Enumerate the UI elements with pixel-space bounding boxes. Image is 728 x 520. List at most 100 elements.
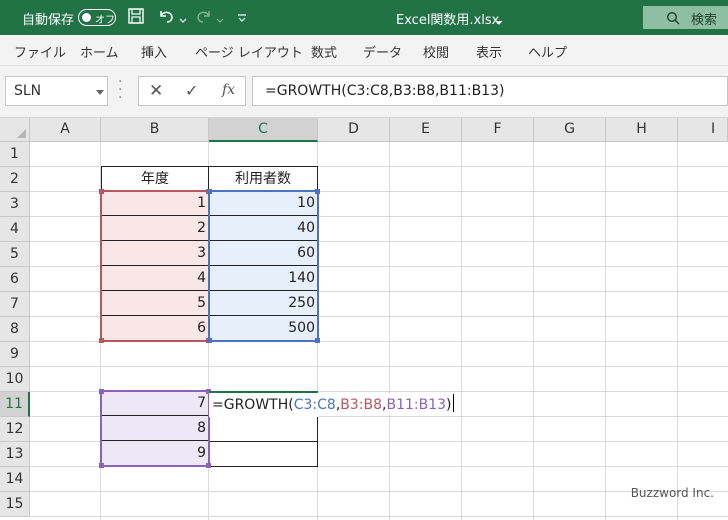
search-box[interactable]: 検索 — [643, 6, 728, 29]
gridline — [30, 366, 728, 367]
column-header-c[interactable]: C — [209, 118, 318, 142]
row-header-4[interactable]: 4 — [0, 217, 30, 242]
row-header-3[interactable]: 3 — [0, 192, 30, 217]
cell-b3[interactable]: 1 — [101, 191, 209, 216]
menu-data[interactable]: データ — [363, 42, 402, 61]
menu-file[interactable]: ファイル — [14, 42, 66, 61]
column-header-e[interactable]: E — [390, 118, 462, 142]
search-label: 検索 — [691, 13, 718, 28]
column-header-f[interactable]: F — [462, 118, 534, 142]
text-caret — [452, 394, 454, 412]
menu-view[interactable]: 表示 — [476, 42, 502, 61]
redo-dropdown-icon[interactable] — [216, 12, 224, 28]
select-all-corner[interactable] — [0, 118, 30, 142]
gridline — [389, 142, 390, 520]
formula-input[interactable]: =GROWTH(C3:C8,B3:B8,B11:B13) — [252, 76, 728, 106]
redo-icon[interactable] — [195, 7, 213, 29]
gridline — [461, 142, 462, 520]
row-header-6[interactable]: 6 — [0, 267, 30, 292]
row-header-1[interactable]: 1 — [0, 142, 30, 167]
cell-b8[interactable]: 6 — [101, 316, 209, 341]
row-header-13[interactable]: 13 — [0, 442, 30, 467]
cell-b11[interactable]: 7 — [101, 391, 209, 416]
more-options-icon[interactable]: · · · — [118, 75, 122, 105]
menu-bar: ファイル ホーム 挿入 ページ レイアウト 数式 データ 校閲 表示 ヘルプ — [0, 35, 728, 66]
enter-check-icon[interactable]: ✓ — [185, 81, 198, 100]
cell-b12[interactable]: 8 — [101, 416, 209, 441]
cancel-icon[interactable]: ✕ — [149, 81, 163, 101]
menu-home[interactable]: ホーム — [80, 42, 119, 61]
gridline — [533, 142, 534, 520]
gridline — [605, 142, 606, 520]
autosave-toggle[interactable]: オフ — [78, 9, 116, 26]
row-header-8[interactable]: 8 — [0, 317, 30, 342]
row-header-9[interactable]: 9 — [0, 342, 30, 367]
menu-page-layout[interactable]: ページ レイアウト — [195, 42, 303, 61]
row-header-10[interactable]: 10 — [0, 367, 30, 392]
filename-dropdown-icon[interactable] — [495, 14, 503, 30]
cell-c8[interactable]: 500 — [209, 316, 318, 341]
formula-ref-b3-b8: B3:B8 — [340, 397, 383, 413]
cell-b13[interactable]: 9 — [101, 441, 209, 466]
cell-c4[interactable]: 40 — [209, 216, 318, 241]
header-cell-users[interactable]: 利用者数 — [208, 166, 318, 192]
row-header-5[interactable]: 5 — [0, 242, 30, 267]
customize-toolbar-icon[interactable] — [237, 11, 247, 27]
formula-ref-c3-c8: C3:C8 — [293, 397, 336, 413]
cell-c6[interactable]: 140 — [209, 266, 318, 291]
row-header-7[interactable]: 7 — [0, 292, 30, 317]
row-header-11[interactable]: 11 — [0, 392, 30, 417]
column-header-g[interactable]: G — [534, 118, 606, 142]
cell-c12[interactable] — [208, 416, 318, 442]
search-icon — [666, 11, 680, 25]
autosave-label: 自動保存 — [22, 13, 75, 28]
cell-b7[interactable]: 5 — [101, 291, 209, 316]
menu-review[interactable]: 校閲 — [423, 42, 449, 61]
gridline — [30, 491, 728, 492]
column-header-d[interactable]: D — [318, 118, 390, 142]
column-header-h[interactable]: H — [606, 118, 678, 142]
cell-b6[interactable]: 4 — [101, 266, 209, 291]
menu-help[interactable]: ヘルプ — [528, 42, 567, 61]
undo-icon[interactable] — [157, 7, 175, 29]
name-box[interactable]: SLN — [5, 76, 108, 106]
column-header-b[interactable]: B — [101, 118, 209, 142]
row-header-14[interactable]: 14 — [0, 467, 30, 492]
header-cell-year[interactable]: 年度 — [101, 166, 209, 192]
gridline — [677, 142, 678, 520]
formula-bar: SLN · · · ✕ ✓ fx =GROWTH(C3:C8,B3:B8,B11:B… — [0, 66, 728, 118]
insert-function-icon[interactable]: fx — [222, 82, 235, 98]
toggle-knob — [82, 13, 91, 22]
column-header-i[interactable]: I — [678, 118, 728, 142]
watermark: Buzzword Inc. — [630, 486, 714, 500]
cell-c3[interactable]: 10 — [209, 191, 318, 216]
cell-b4[interactable]: 2 — [101, 216, 209, 241]
cell-c13[interactable] — [208, 441, 318, 467]
cell-c5[interactable]: 60 — [209, 241, 318, 266]
formula-suffix: ) — [446, 397, 452, 413]
gridline — [30, 516, 728, 517]
formula-buttons: ✕ ✓ fx — [138, 76, 246, 106]
spreadsheet-grid[interactable]: A B C D E F G H I 1 2 3 4 5 6 7 8 9 10 1… — [0, 118, 728, 520]
row-header-2[interactable]: 2 — [0, 167, 30, 192]
row-header-12[interactable]: 12 — [0, 417, 30, 442]
name-box-dropdown-icon[interactable] — [96, 90, 104, 95]
row-header-15[interactable]: 15 — [0, 492, 30, 517]
cell-c7[interactable]: 250 — [209, 291, 318, 316]
cell-b5[interactable]: 3 — [101, 241, 209, 266]
menu-insert[interactable]: 挿入 — [141, 42, 167, 61]
title-bar: 自動保存 オフ Excel関数用.xlsx 検索 — [0, 0, 728, 35]
menu-formulas[interactable]: 数式 — [311, 42, 337, 61]
undo-dropdown-icon[interactable] — [179, 12, 187, 28]
formula-prefix: =GROWTH( — [212, 397, 294, 413]
gridline — [30, 341, 728, 342]
autosave-state: オフ — [95, 15, 115, 26]
save-icon[interactable] — [127, 7, 145, 29]
column-header-a[interactable]: A — [30, 118, 101, 142]
name-box-value: SLN — [14, 83, 42, 99]
file-name[interactable]: Excel関数用.xlsx — [396, 9, 499, 28]
formula-text: =GROWTH(C3:C8,B3:B8,B11:B13) — [265, 83, 505, 99]
gridline — [30, 466, 728, 467]
formula-ref-b11-b13: B11:B13 — [386, 397, 447, 413]
in-cell-formula[interactable]: =GROWTH(C3:C8,B3:B8,B11:B13) — [212, 394, 456, 415]
